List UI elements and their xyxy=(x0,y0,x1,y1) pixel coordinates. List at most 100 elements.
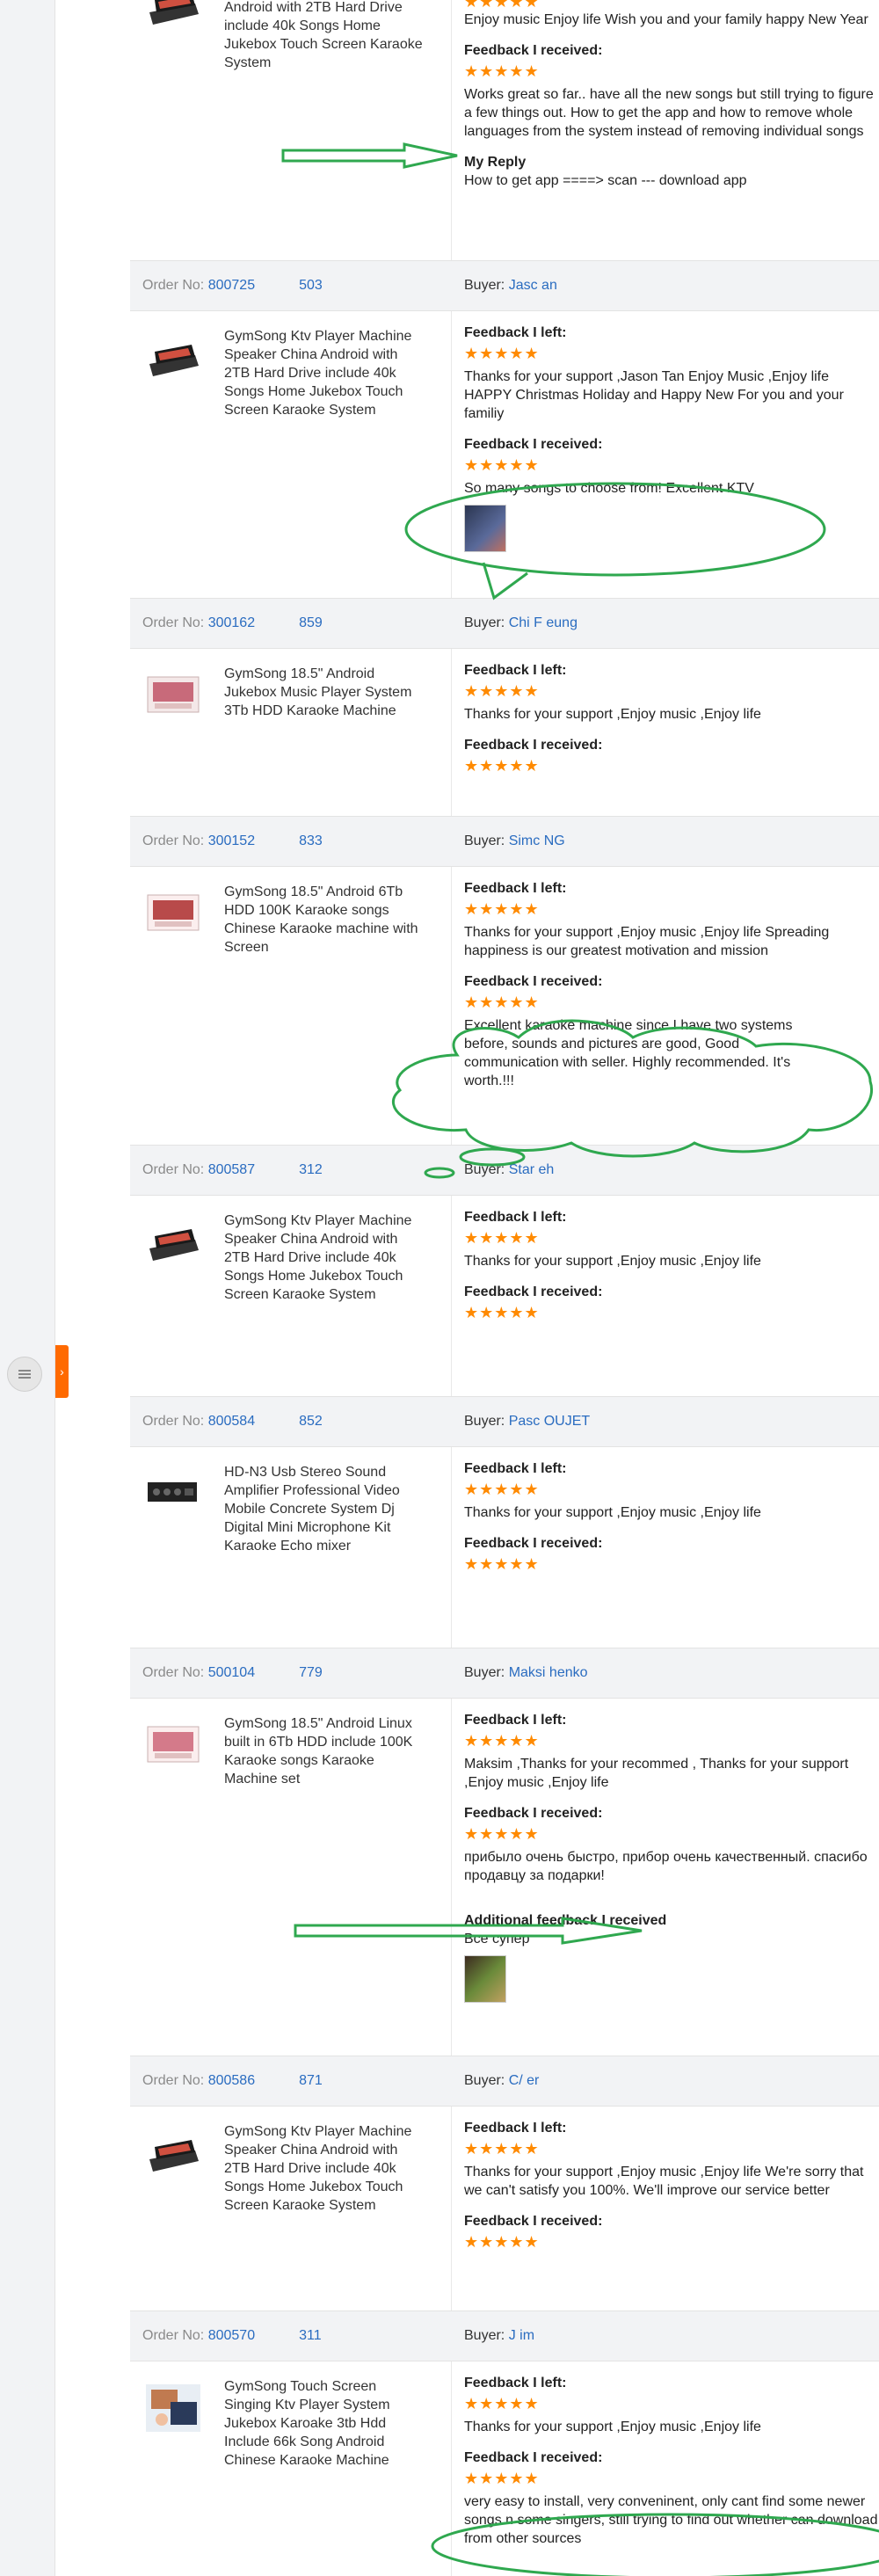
order-number-link-suffix[interactable]: 312 xyxy=(299,1162,323,1177)
feedback-cell: Feedback I left: ★★★★★ Thanks for your s… xyxy=(464,867,879,1090)
buyer-label: Buyer: xyxy=(464,615,505,630)
buyer-name-link[interactable]: Pasc OUJET xyxy=(509,1414,590,1429)
feedback-left-label: Feedback I left: xyxy=(464,325,567,340)
product-title[interactable]: GymSong Ktv Player Machine Speaker China… xyxy=(224,2122,426,2215)
buyer-name-link[interactable]: Jasc an xyxy=(509,278,557,293)
product-thumbnail[interactable] xyxy=(144,329,202,387)
order-no-label: Order No: xyxy=(142,833,205,848)
order-number-link-suffix[interactable]: 503 xyxy=(299,278,323,293)
buyer-photo[interactable] xyxy=(464,1955,506,2003)
order-number-link-suffix[interactable]: 779 xyxy=(299,1665,323,1680)
order-number: Order No: 800586 871 xyxy=(142,2073,323,2089)
order-number-link-suffix[interactable]: 852 xyxy=(299,1414,323,1429)
order-number: Order No: 800584 852 xyxy=(142,1414,323,1430)
product-title[interactable]: GymSong Ktv Player Machine Speaker China… xyxy=(224,1212,426,1304)
additional-feedback-label: Additional feedback I received xyxy=(464,1913,667,1928)
side-menu-button[interactable] xyxy=(7,1357,42,1392)
product-title[interactable]: GymSong Touch Screen Singing Ktv Player … xyxy=(224,2377,426,2470)
feedback-received-label: Feedback I received: xyxy=(464,738,603,753)
product-thumbnail[interactable] xyxy=(144,1213,202,1271)
buyer-label: Buyer: xyxy=(464,278,505,293)
order-number-link[interactable]: 800584 xyxy=(208,1414,255,1429)
order-header: Order No: 800587 312 Buyer: Star eh xyxy=(130,1145,879,1196)
buyer-name-link[interactable]: Star eh xyxy=(509,1162,555,1177)
order-number-link-suffix[interactable]: 859 xyxy=(299,615,323,630)
feedback-left-label: Feedback I left: xyxy=(464,663,567,678)
buyer-name-link[interactable]: Chi F eung xyxy=(509,615,578,630)
feedback-received-text: Works great so far.. have all the new so… xyxy=(464,87,874,139)
order-number: Order No: 300162 859 xyxy=(142,615,323,631)
buyer-label: Buyer: xyxy=(464,1665,505,1680)
buyer: Buyer: Simc NG xyxy=(464,833,565,849)
order-body: GymSong Ktv Player Machine Speaker China… xyxy=(130,2107,879,2310)
feedback-left-label: Feedback I left: xyxy=(464,2376,567,2390)
product-thumbnail[interactable] xyxy=(144,884,202,942)
buyer-name-link[interactable]: Maksi henko xyxy=(509,1665,588,1680)
product-thumbnail[interactable] xyxy=(144,1716,202,1774)
product-title[interactable]: GymSong 18.5" Android 6Tb HDD 100K Karao… xyxy=(224,883,426,957)
order-number: Order No: 800725 503 xyxy=(142,278,323,294)
feedback-left-text: Thanks for your support ,Enjoy music ,En… xyxy=(464,2165,864,2198)
feedback-cell: Feedback I left: ★★★★★ Thanks for your s… xyxy=(464,2107,879,2251)
order-number-link[interactable]: 500104 xyxy=(208,1665,255,1680)
product-thumbnail[interactable] xyxy=(144,2124,202,2182)
buyer: Buyer: Maksi henko xyxy=(464,1665,588,1681)
feedback-left-label: Feedback I left: xyxy=(464,2121,567,2136)
feedback-left-text: Thanks for your support ,Jason Tan Enjoy… xyxy=(464,369,844,421)
feedback-received-label: Feedback I received: xyxy=(464,1284,603,1299)
product-cell: GymSong Ktv Player Machine Speaker China… xyxy=(130,2107,452,2310)
buyer: Buyer: C/ er xyxy=(464,2073,539,2089)
feedback-left-text: Thanks for your support ,Enjoy music ,En… xyxy=(464,925,830,958)
order-number: Order No: 300152 833 xyxy=(142,833,323,849)
product-title[interactable]: HD-N3 Usb Stereo Sound Amplifier Profess… xyxy=(224,1463,426,1555)
buyer-name-link[interactable]: C/ er xyxy=(509,2073,540,2088)
order-number: Order No: 800570 311 xyxy=(142,2328,322,2344)
feedback-left-text: Maksim ,Thanks for your recommed , Thank… xyxy=(464,1757,849,1790)
buyer-label: Buyer: xyxy=(464,2328,505,2343)
product-thumbnail[interactable] xyxy=(144,666,202,724)
feedback-received-label: Feedback I received: xyxy=(464,2450,603,2465)
order-body-partial: Android with 2TB Hard Drive include 40k … xyxy=(130,0,879,260)
feedback-cell: Feedback I left: ★★★★★ Thanks for your s… xyxy=(464,311,879,552)
order-number-link[interactable]: 300162 xyxy=(208,615,255,630)
order-number-link[interactable]: 800587 xyxy=(208,1162,255,1177)
order-header: Order No: 800570 311 Buyer: J im xyxy=(130,2310,879,2361)
product-thumbnail[interactable] xyxy=(144,2379,202,2437)
buyer-name-link[interactable]: J im xyxy=(509,2328,534,2343)
star-rating: ★★★★★ xyxy=(464,900,540,918)
buyer-photo[interactable] xyxy=(464,505,506,552)
product-title: Android with 2TB Hard Drive include 40k … xyxy=(224,0,423,70)
feedback-cell: Feedback I left: ★★★★★ Thanks for your s… xyxy=(464,2361,879,2548)
product-title[interactable]: GymSong 18.5" Android Linux built in 6Tb… xyxy=(224,1714,426,1788)
feedback-left-label: Feedback I left: xyxy=(464,1713,567,1728)
product-title[interactable]: GymSong Ktv Player Machine Speaker China… xyxy=(224,327,426,419)
order-number-link-suffix[interactable]: 871 xyxy=(299,2073,323,2088)
feedback-received-label: Feedback I received: xyxy=(464,437,603,452)
order-number-link[interactable]: 800570 xyxy=(208,2328,255,2343)
buyer-name-link[interactable]: Simc NG xyxy=(509,833,565,848)
feedback-received-text: very easy to install, very conveninent, … xyxy=(464,2494,878,2546)
feedback-left-label: Feedback I left: xyxy=(464,881,567,896)
order-number-link[interactable]: 300152 xyxy=(208,833,255,848)
buyer: Buyer: Star eh xyxy=(464,1162,554,1178)
product-title[interactable]: GymSong 18.5" Android Jukebox Music Play… xyxy=(224,665,426,720)
order-no-label: Order No: xyxy=(142,2073,205,2088)
order-header: Order No: 800586 871 Buyer: C/ er xyxy=(130,2056,879,2107)
order-header: Order No: 500104 779 Buyer: Maksi henko xyxy=(130,1648,879,1699)
star-rating: ★★★★★ xyxy=(464,1732,540,1750)
star-rating: ★★★★★ xyxy=(464,757,540,775)
product-cell: HD-N3 Usb Stereo Sound Amplifier Profess… xyxy=(130,1447,452,1648)
order-number-link-suffix[interactable]: 833 xyxy=(299,833,323,848)
buyer-label: Buyer: xyxy=(464,1414,505,1429)
side-expand-tab[interactable]: › xyxy=(55,1345,69,1398)
order-number-link-suffix[interactable]: 311 xyxy=(299,2328,322,2343)
feedback-left-text: Thanks for your support ,Enjoy music ,En… xyxy=(464,707,761,722)
star-rating: ★★★★★ xyxy=(464,993,540,1011)
order-body: GymSong 18.5" Android 6Tb HDD 100K Karao… xyxy=(130,867,879,1145)
feedback-left-label: Feedback I left: xyxy=(464,1461,567,1476)
order-number-link[interactable]: 800725 xyxy=(208,278,255,293)
product-thumbnail[interactable] xyxy=(144,1465,202,1523)
star-rating: ★★★★★ xyxy=(464,0,540,11)
order-number-link[interactable]: 800586 xyxy=(208,2073,255,2088)
feedback-cell: Feedback I left: ★★★★★ Thanks for your s… xyxy=(464,1447,879,1573)
